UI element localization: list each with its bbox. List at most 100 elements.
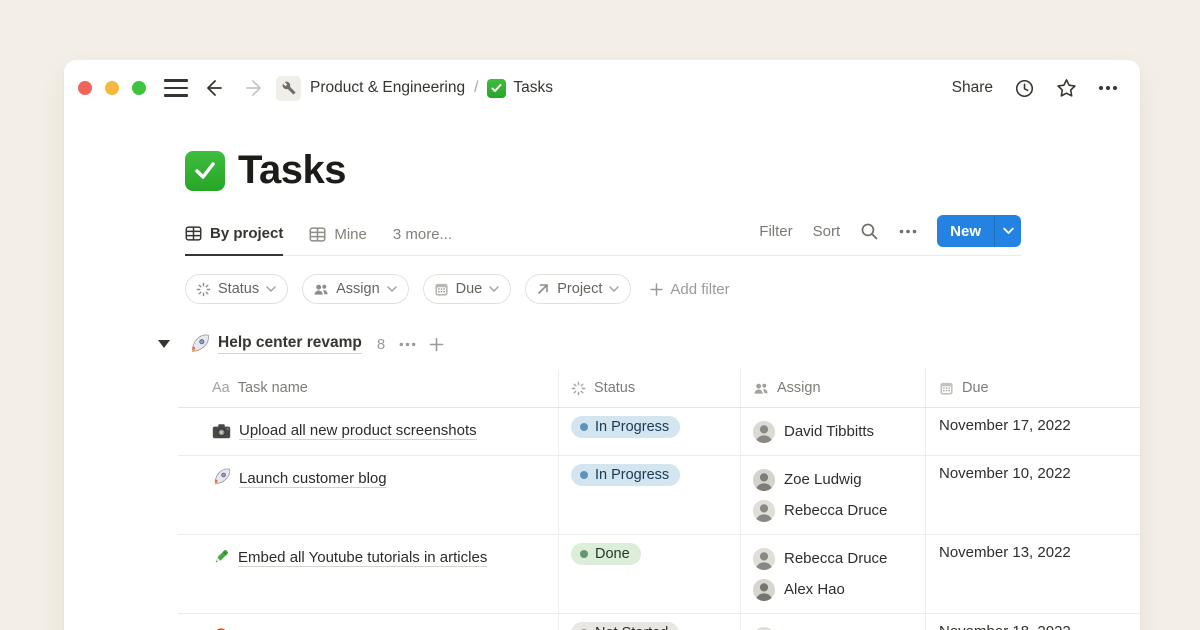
people-icon [313,282,329,297]
breadcrumb: Product & Engineering / Tasks [310,79,553,98]
zoom-window-button[interactable] [132,81,146,95]
table-header-row: Aa Task name Status Assign Due [178,369,1140,408]
crayon-icon [212,548,230,570]
task-name-cell[interactable]: Embed all Youtube tutorials in articles [178,535,558,613]
task-name-cell[interactable]: Final website audit [178,614,558,630]
group-more-icon[interactable] [399,342,416,347]
workspace-wrench-icon[interactable] [276,76,301,101]
check-icon [487,79,506,98]
breadcrumb-workspace[interactable]: Product & Engineering [310,79,465,97]
due-cell[interactable]: November 18, 2022 → November 20, 2022 [925,614,1140,630]
assignee-name: Rebecca Druce [784,550,887,567]
sort-button[interactable]: Sort [813,223,841,240]
status-cell[interactable]: In Progress [558,456,740,534]
breadcrumb-page-label: Tasks [513,79,553,97]
due-cell[interactable]: November 17, 2022 [925,408,1140,455]
status-dot [580,550,588,558]
page-title: Tasks [238,148,346,193]
task-name-cell[interactable]: Launch customer blog [178,456,558,534]
status-dot [580,423,588,431]
task-title-link[interactable]: Launch customer blog [239,470,387,487]
assignee-name: Zoe Ludwig [784,471,862,488]
group-header: Help center revamp 8 [64,331,1140,357]
table-view-icon [309,226,326,243]
updates-clock-icon[interactable] [1014,78,1035,99]
assign-cell[interactable]: Rebecca Druce [740,614,925,630]
more-options-icon[interactable] [1098,85,1118,91]
filter-chip-status[interactable]: Status [185,274,288,304]
task-title-link[interactable]: Embed all Youtube tutorials in articles [238,549,487,566]
assign-cell[interactable]: Rebecca Druce Alex Hao [740,535,925,613]
breadcrumb-separator: / [474,79,478,97]
table-row: Launch customer blog In Progress Zoe Lud… [178,456,1140,535]
add-filter-button[interactable]: Add filter [650,281,729,298]
back-icon[interactable] [204,78,226,98]
assignee[interactable]: David Tibbitts [753,416,917,447]
search-icon[interactable] [860,222,879,241]
chevron-down-icon [489,286,499,293]
group-count: 8 [377,336,385,353]
status-pill[interactable]: Not Started [571,622,679,630]
status-pill[interactable]: In Progress [571,416,680,438]
assignee[interactable]: Rebecca Druce [753,495,917,526]
status-burst-icon [196,282,211,297]
due-cell[interactable]: November 10, 2022 [925,456,1140,534]
status-burst-icon [571,381,586,396]
favorite-star-icon[interactable] [1056,78,1077,99]
avatar [753,469,775,491]
filter-chip-due[interactable]: Due [423,274,512,304]
due-cell[interactable]: November 13, 2022 [925,535,1140,613]
status-pill[interactable]: In Progress [571,464,680,486]
minimize-window-button[interactable] [105,81,119,95]
status-cell[interactable]: Done [558,535,740,613]
chevron-down-icon [609,286,619,293]
table-row: Upload all new product screenshots In Pr… [178,408,1140,456]
window-topbar: Product & Engineering / Tasks Share [64,60,1140,116]
task-name-cell[interactable]: Upload all new product screenshots [178,408,558,455]
status-cell[interactable]: Not Started [558,614,740,630]
column-header-assign[interactable]: Assign [740,369,925,407]
group-add-icon[interactable] [429,337,444,352]
assignee[interactable]: Rebecca Druce [753,543,917,574]
column-header-status[interactable]: Status [558,369,740,407]
assignee-name: David Tibbitts [784,423,874,440]
share-button[interactable]: Share [952,79,993,97]
breadcrumb-page[interactable]: Tasks [487,79,553,98]
rocket-icon [189,334,210,355]
filter-chip-project[interactable]: Project [525,274,631,304]
filter-chip-row: Status Assign Due Project Add filter [185,274,1140,304]
new-button[interactable]: New [937,215,1021,247]
column-header-task-name[interactable]: Aa Task name [178,369,558,407]
new-dropdown-chevron-icon[interactable] [994,215,1021,247]
status-cell[interactable]: In Progress [558,408,740,455]
notion-window: Product & Engineering / Tasks Share [64,60,1140,630]
table-view-icon [185,225,202,242]
assignee-name: Rebecca Druce [784,502,887,519]
forward-icon[interactable] [242,78,264,98]
avatar [753,421,775,443]
table-row: Embed all Youtube tutorials in articles … [178,535,1140,614]
tab-more-views[interactable]: 3 more... [393,226,452,255]
status-pill[interactable]: Done [571,543,641,565]
column-header-due[interactable]: Due [925,369,1140,407]
assign-cell[interactable]: David Tibbitts [740,408,925,455]
chevron-down-icon [266,286,276,293]
tab-mine[interactable]: Mine [309,226,367,255]
task-title-link[interactable]: Upload all new product screenshots [239,422,477,439]
collapse-triangle-icon[interactable] [158,340,170,348]
status-dot [580,471,588,479]
close-window-button[interactable] [78,81,92,95]
calendar-icon [434,282,449,297]
assignee[interactable]: Zoe Ludwig [753,464,917,495]
assignee[interactable]: Rebecca Druce [753,622,917,630]
group-title-link[interactable]: Help center revamp [218,334,362,354]
sidebar-toggle-icon[interactable] [164,79,188,96]
tab-by-project[interactable]: By project [185,225,283,256]
filter-button[interactable]: Filter [759,223,792,240]
filter-chip-assign[interactable]: Assign [302,274,409,304]
assign-cell[interactable]: Zoe Ludwig Rebecca Druce [740,456,925,534]
view-options-icon[interactable] [899,229,917,234]
window-controls [76,81,146,95]
assignee[interactable]: Alex Hao [753,574,917,605]
page-check-icon[interactable] [185,151,225,191]
